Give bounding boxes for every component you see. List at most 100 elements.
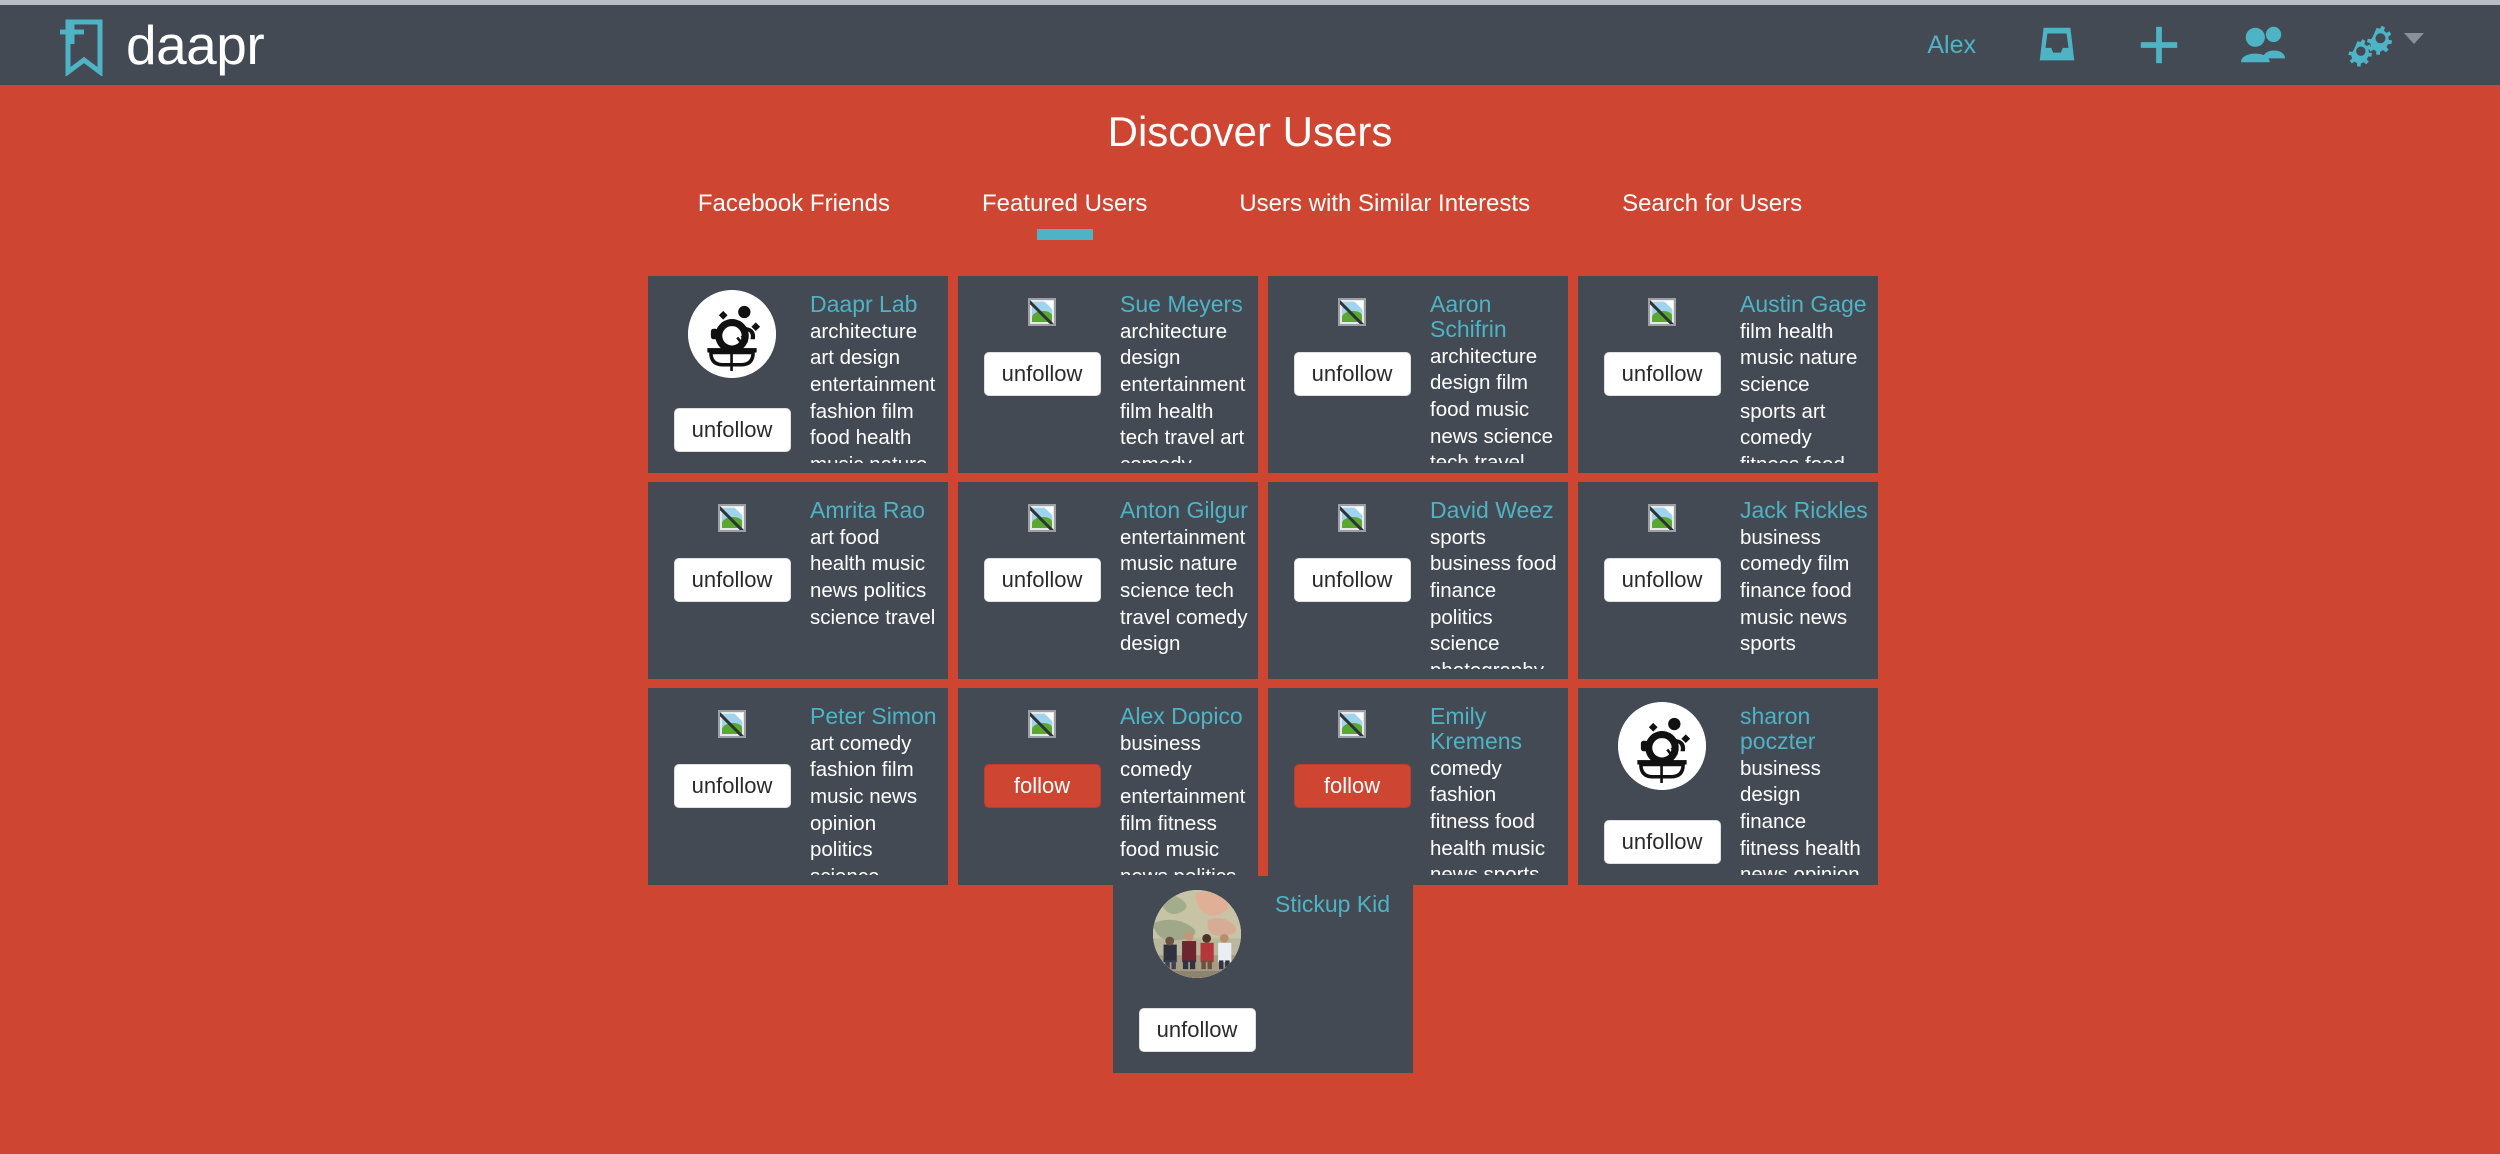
card-avatar-column: unfollow xyxy=(658,496,806,669)
unfollow-button[interactable]: unfollow xyxy=(1293,558,1411,602)
user-card[interactable]: unfollow Daapr Lab architecture art desi… xyxy=(648,276,948,473)
card-info-column: David Weez sports business food finance … xyxy=(1426,496,1558,669)
user-name-link[interactable]: Peter Simon xyxy=(810,704,938,729)
unfollow-button[interactable]: unfollow xyxy=(1603,352,1721,396)
user-interests: comedy fashion fitness food health music… xyxy=(1430,756,1546,875)
user-card[interactable]: unfollow Peter Simon art comedy fashion … xyxy=(648,688,948,885)
avatar-wrap xyxy=(1588,702,1736,820)
user-name-link[interactable]: sharon poczter xyxy=(1740,704,1868,754)
user-card[interactable]: unfollow sharon poczter business design … xyxy=(1578,688,1878,885)
card-avatar-column: unfollow xyxy=(1588,290,1736,463)
user-name-link[interactable]: Anton Gilgur xyxy=(1120,498,1248,523)
card-info-column: Amrita Rao art food health music news po… xyxy=(806,496,938,669)
user-interests: architecture design entertainment film h… xyxy=(1120,319,1246,463)
avatar xyxy=(1618,702,1706,790)
user-interests: architecture art design entertainment fa… xyxy=(810,319,936,463)
card-avatar-column: unfollow xyxy=(968,290,1116,463)
tab-label: Users with Similar Interests xyxy=(1239,190,1531,217)
page-title: Discover Users xyxy=(1107,108,1393,155)
user-card[interactable]: unfollow Stickup Kid xyxy=(1113,876,1413,1073)
plus-icon[interactable] xyxy=(2108,5,2210,85)
card-info-column: Jack Rickles business comedy film financ… xyxy=(1736,496,1868,669)
user-name-link[interactable]: Austin Gage xyxy=(1740,292,1868,317)
card-avatar-column: unfollow xyxy=(658,702,806,875)
tab-search-for-users[interactable]: Search for Users xyxy=(1576,190,1848,240)
user-interests: architecture design film food music news… xyxy=(1430,344,1554,463)
follow-button[interactable]: follow xyxy=(983,764,1101,808)
unfollow-button[interactable]: unfollow xyxy=(673,558,791,602)
user-interests: business design finance fitness health n… xyxy=(1740,756,1861,875)
user-card[interactable]: unfollow Aaron Schifrin architecture des… xyxy=(1268,276,1568,473)
broken-image-icon xyxy=(1338,298,1366,326)
band-photo-avatar xyxy=(1153,890,1241,978)
avatar-wrap xyxy=(658,290,806,408)
card-info-column: Anton Gilgur entertainment music nature … xyxy=(1116,496,1248,669)
avatar-wrap xyxy=(1588,496,1736,558)
card-info-column: sharon poczter business design finance f… xyxy=(1736,702,1868,875)
broken-image-icon xyxy=(1338,504,1366,532)
unfollow-button[interactable]: unfollow xyxy=(1603,820,1721,864)
brand-logo-link[interactable]: daapr xyxy=(0,13,265,77)
user-card[interactable]: unfollow Anton Gilgur entertainment musi… xyxy=(958,482,1258,679)
user-card[interactable]: follow Emily Kremens comedy fashion fitn… xyxy=(1268,688,1568,885)
avatar-wrap xyxy=(1278,496,1426,558)
unfollow-button[interactable]: unfollow xyxy=(983,352,1101,396)
unfollow-button[interactable]: unfollow xyxy=(673,764,791,808)
user-name-link[interactable]: Emily Kremens xyxy=(1430,704,1558,754)
card-info-column: Austin Gage film health music nature sci… xyxy=(1736,290,1868,463)
user-name-link[interactable]: Amrita Rao xyxy=(810,498,938,523)
broken-image-icon xyxy=(1338,710,1366,738)
user-name-link[interactable]: Alex Dopico xyxy=(1120,704,1248,729)
unfollow-button[interactable]: unfollow xyxy=(983,558,1101,602)
card-avatar-column: unfollow xyxy=(1588,702,1736,875)
unfollow-button[interactable]: unfollow xyxy=(1138,1008,1256,1052)
user-name-link[interactable]: Daapr Lab xyxy=(810,292,938,317)
user-name-link[interactable]: David Weez xyxy=(1430,498,1558,523)
user-card[interactable]: unfollow Sue Meyers architecture design … xyxy=(958,276,1258,473)
user-interests: sports business food finance politics sc… xyxy=(1430,525,1557,669)
tab-users-with-similar-interests[interactable]: Users with Similar Interests xyxy=(1193,190,1576,240)
avatar xyxy=(688,290,776,378)
user-name-link[interactable]: Aaron Schifrin xyxy=(1430,292,1558,342)
chevron-down-icon xyxy=(2404,33,2424,44)
inbox-icon[interactable] xyxy=(2006,5,2108,85)
header-actions: Alex xyxy=(1897,5,2500,85)
follow-button[interactable]: follow xyxy=(1293,764,1411,808)
card-info-column: Daapr Lab architecture art design entert… xyxy=(806,290,938,463)
card-avatar-column: unfollow xyxy=(1588,496,1736,669)
user-name-link[interactable]: Stickup Kid xyxy=(1275,892,1403,917)
card-avatar-column: follow xyxy=(1278,702,1426,875)
avatar-wrap xyxy=(658,496,806,558)
user-card[interactable]: unfollow David Weez sports business food… xyxy=(1268,482,1568,679)
daapr-lab-logo-icon xyxy=(1618,702,1706,790)
avatar-wrap xyxy=(1278,702,1426,764)
card-info-column: Emily Kremens comedy fashion fitness foo… xyxy=(1426,702,1558,875)
avatar-wrap xyxy=(968,702,1116,764)
user-name-link[interactable]: Jack Rickles xyxy=(1740,498,1868,523)
user-card-grid-last-row: unfollow Stickup Kid xyxy=(1113,876,1413,1073)
daapr-lab-logo-icon xyxy=(688,290,776,378)
brand-name: daapr xyxy=(126,13,265,76)
cogs-icon[interactable] xyxy=(2316,5,2452,85)
tab-facebook-friends[interactable]: Facebook Friends xyxy=(652,190,936,240)
user-interests: business comedy film finance food music … xyxy=(1740,525,1852,656)
user-interests: art food health music news politics scie… xyxy=(810,525,936,629)
unfollow-button[interactable]: unfollow xyxy=(1293,352,1411,396)
current-user-link[interactable]: Alex xyxy=(1897,31,2006,60)
user-name-link[interactable]: Sue Meyers xyxy=(1120,292,1248,317)
user-card[interactable]: unfollow Jack Rickles business comedy fi… xyxy=(1578,482,1878,679)
tab-featured-users[interactable]: Featured Users xyxy=(936,190,1193,240)
broken-image-icon xyxy=(1648,504,1676,532)
users-icon[interactable] xyxy=(2210,5,2316,85)
avatar-wrap xyxy=(658,702,806,764)
card-avatar-column: unfollow xyxy=(1278,290,1426,463)
user-card[interactable]: follow Alex Dopico business comedy enter… xyxy=(958,688,1258,885)
user-card[interactable]: unfollow Austin Gage film health music n… xyxy=(1578,276,1878,473)
unfollow-button[interactable]: unfollow xyxy=(1603,558,1721,602)
unfollow-button[interactable]: unfollow xyxy=(673,408,791,452)
user-card[interactable]: unfollow Amrita Rao art food health musi… xyxy=(648,482,948,679)
top-navigation-bar: daapr Alex xyxy=(0,5,2500,85)
card-info-column: Peter Simon art comedy fashion film musi… xyxy=(806,702,938,875)
card-info-column: Alex Dopico business comedy entertainmen… xyxy=(1116,702,1248,875)
card-avatar-column: unfollow xyxy=(968,496,1116,669)
